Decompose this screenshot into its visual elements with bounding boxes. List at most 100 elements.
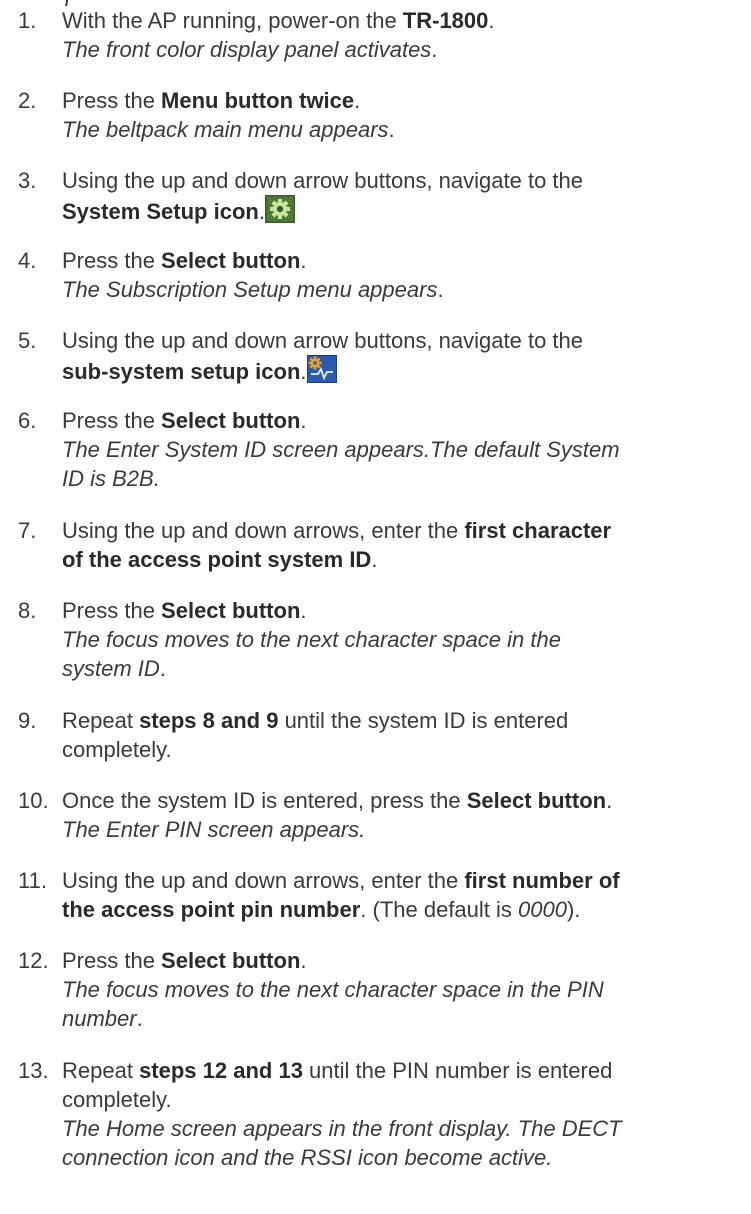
emphasis-text: steps 12 and 13 bbox=[139, 1058, 303, 1083]
instruction-text: Press the bbox=[62, 408, 162, 433]
result-text: The Enter System ID screen appears.The d… bbox=[62, 437, 620, 462]
step-line: Using the up and down arrows, enter the … bbox=[62, 866, 620, 895]
step-item: 7. Using the up and down arrows, enter th… bbox=[0, 516, 619, 574]
step-item: 4. Press the Select button. The Subscripti… bbox=[0, 246, 452, 304]
step-number: 10. bbox=[18, 788, 49, 813]
step-line: Using the up and down arrow buttons, nav… bbox=[62, 326, 583, 355]
instruction-text: Press the bbox=[62, 88, 162, 113]
instruction-text: Using the up and down arrows, enter the bbox=[62, 868, 465, 893]
step-line: Once the system ID is entered, press the… bbox=[62, 786, 612, 815]
instruction-text: . bbox=[354, 88, 361, 113]
emphasis-text: Select button bbox=[161, 408, 301, 433]
step-item: 6. Press the Select button. The Enter Syst… bbox=[0, 406, 628, 493]
step-line: The Home screen appears in the front dis… bbox=[62, 1114, 622, 1143]
step-line: number. bbox=[62, 1004, 604, 1033]
step-item: 12. Press the Select button. The focus mov… bbox=[0, 946, 612, 1033]
emphasis-text: Select button bbox=[161, 248, 301, 273]
result-text: 0000 bbox=[518, 897, 567, 922]
step-number: 6. bbox=[18, 408, 37, 433]
emphasis-text: Select button bbox=[466, 788, 607, 813]
step-line: the access point pin number. (The defaul… bbox=[62, 895, 620, 924]
emphasis-text: Select button bbox=[161, 598, 301, 623]
step-number: 7. bbox=[18, 518, 37, 543]
emphasis-text: Menu button twice bbox=[161, 88, 355, 113]
instruction-text: . bbox=[388, 117, 395, 142]
step-line: The Subscription Setup menu appears. bbox=[62, 275, 444, 304]
step-number: 1. bbox=[18, 8, 37, 33]
step-item: 13. Repeat steps 12 and 13 until the PIN … bbox=[0, 1056, 630, 1172]
instruction-text: Using the up and down arrow buttons, nav… bbox=[62, 168, 584, 193]
instruction-text: . bbox=[300, 248, 307, 273]
step-line: of the access point system ID. bbox=[62, 545, 611, 574]
instruction-text: . (The default is bbox=[360, 897, 519, 922]
instruction-text: Repeat bbox=[62, 1058, 140, 1083]
result-text: The focus moves to the next character sp… bbox=[62, 977, 604, 1002]
emphasis-text: first number of bbox=[464, 868, 620, 893]
instruction-text: until the PIN number is entered bbox=[302, 1058, 613, 1083]
step-line: Press the Menu button twice. bbox=[62, 86, 395, 115]
step-line: Press the Select button. bbox=[62, 596, 561, 625]
step-line: System Setup icon. bbox=[62, 195, 583, 226]
emphasis-text: steps 8 and 9 bbox=[139, 708, 279, 733]
step-line: The Enter System ID screen appears.The d… bbox=[62, 435, 620, 464]
instruction-text: . bbox=[488, 8, 495, 33]
step-line: The focus moves to the next character sp… bbox=[62, 975, 604, 1004]
instruction-text: until the system ID is entered bbox=[278, 708, 569, 733]
instruction-text: Using the up and down arrows, enter the bbox=[62, 518, 465, 543]
step-number: 2. bbox=[18, 88, 37, 113]
step-line: system ID. bbox=[62, 654, 561, 683]
step-item: 2. Press the Menu button twice. The beltpa… bbox=[0, 86, 403, 144]
instruction-text: Press the bbox=[62, 598, 162, 623]
instruction-text: Press the bbox=[62, 948, 162, 973]
instruction-text: Press the bbox=[62, 248, 162, 273]
subsystem-setup-icon bbox=[306, 355, 337, 383]
step-line: Press the Select button. bbox=[62, 246, 444, 275]
step-item: 1. With the AP running, power-on the TR-1… bbox=[0, 6, 503, 64]
step-line: connection icon and the RSSI icon become… bbox=[62, 1143, 622, 1172]
step-number: 5. bbox=[18, 328, 37, 353]
step-item: 11. Using the up and down arrows, enter t… bbox=[0, 866, 628, 924]
instruction-text: . bbox=[136, 1006, 143, 1031]
instruction-text: ). bbox=[566, 897, 581, 922]
step-line: The front color display panel activates. bbox=[62, 35, 495, 64]
step-number: 4. bbox=[18, 248, 37, 273]
step-number: 13. bbox=[18, 1058, 49, 1083]
instruction-text: . bbox=[371, 547, 378, 572]
instruction-text: Using the up and down arrow buttons, nav… bbox=[62, 328, 584, 353]
step-line: Press the Select button. bbox=[62, 946, 604, 975]
result-text: The Home screen appears in the front dis… bbox=[62, 1116, 622, 1141]
emphasis-text: Select button bbox=[161, 948, 301, 973]
step-line: ID is B2B. bbox=[62, 464, 620, 493]
emphasis-text: first character bbox=[464, 518, 612, 543]
instruction-text: . bbox=[300, 598, 307, 623]
instruction-text: completely. bbox=[62, 1087, 172, 1112]
gear-icon bbox=[264, 195, 295, 223]
instruction-text: . bbox=[606, 788, 613, 813]
step-item: 8. Press the Select button. The focus move… bbox=[0, 596, 569, 683]
emphasis-text: System Setup icon bbox=[62, 199, 259, 224]
instruction-text: . bbox=[159, 656, 166, 681]
result-text: The front color display panel activates bbox=[62, 37, 432, 62]
result-text: The beltpack main menu appears bbox=[62, 117, 389, 142]
instruction-text: Repeat bbox=[62, 708, 140, 733]
step-line: With the AP running, power-on the TR-180… bbox=[62, 6, 495, 35]
step-line: Using the up and down arrows, enter the … bbox=[62, 516, 611, 545]
result-text: ID is B2B. bbox=[62, 466, 160, 491]
step-item: 10. Once the system ID is entered, press … bbox=[0, 786, 620, 844]
result-text: number bbox=[62, 1006, 137, 1031]
step-line: The focus moves to the next character sp… bbox=[62, 625, 561, 654]
step-line: Using the up and down arrow buttons, nav… bbox=[62, 166, 583, 195]
step-item: 3. Using the up and down arrow buttons, n… bbox=[0, 166, 591, 226]
emphasis-text: the access point pin number bbox=[62, 897, 361, 922]
result-text: connection icon and the RSSI icon become… bbox=[62, 1145, 553, 1170]
step-number: 12. bbox=[18, 948, 49, 973]
result-text: The focus moves to the next character sp… bbox=[62, 627, 561, 652]
emphasis-text: TR-1800 bbox=[402, 8, 489, 33]
step-line: The Enter PIN screen appears. bbox=[62, 815, 612, 844]
instruction-text: . bbox=[431, 37, 438, 62]
instruction-text: . bbox=[300, 948, 307, 973]
instruction-text: Once the system ID is entered, press the bbox=[62, 788, 467, 813]
step-line: Press the Select button. bbox=[62, 406, 620, 435]
step-number: 11. bbox=[18, 868, 47, 893]
instruction-text: . bbox=[300, 408, 307, 433]
